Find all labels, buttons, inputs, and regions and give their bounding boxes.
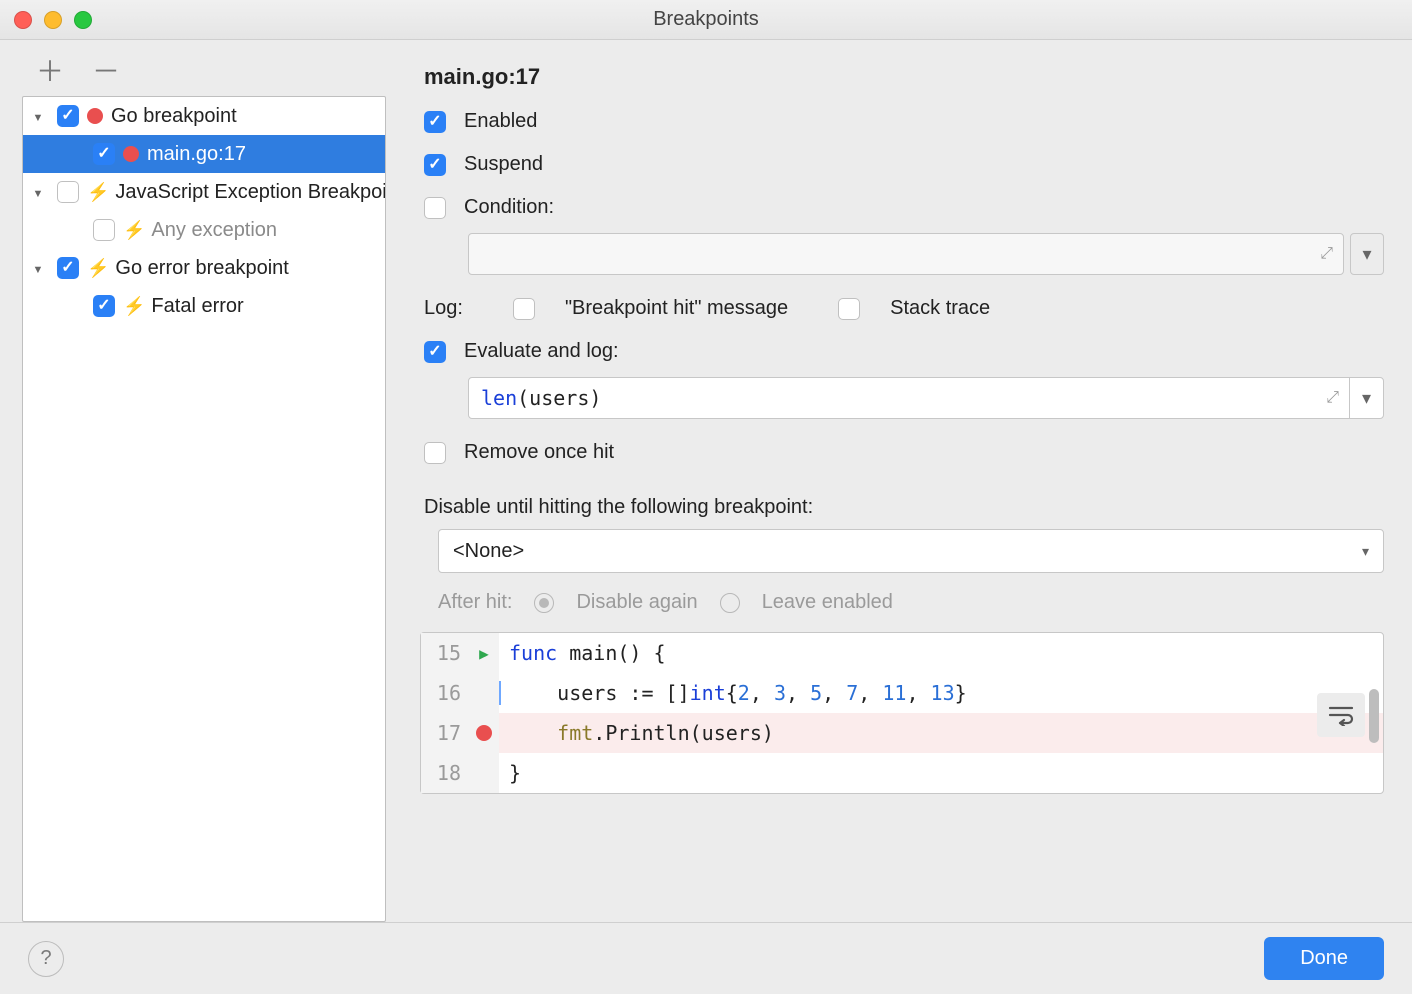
breakpoints-sidebar: ＋ － Go breakpoint main.go:17 ⚡: [0, 40, 408, 922]
chevron-down-icon: [1362, 543, 1369, 560]
enabled-label: Enabled: [464, 110, 537, 133]
checkbox-js-group[interactable]: [57, 181, 79, 203]
scrollbar-thumb[interactable]: [1369, 689, 1379, 743]
breakpoint-details: main.go:17 Enabled Suspend Condition: Lo…: [408, 40, 1412, 922]
soft-wrap-button[interactable]: [1317, 693, 1365, 737]
disable-until-value: <None>: [453, 540, 1362, 563]
exception-icon: ⚡: [87, 258, 109, 279]
remove-breakpoint-button[interactable]: －: [92, 58, 120, 86]
zoom-window-icon[interactable]: [74, 11, 92, 29]
evaluate-log-label: Evaluate and log:: [464, 340, 619, 363]
close-window-icon[interactable]: [14, 11, 32, 29]
line-number: 15: [421, 633, 469, 673]
add-breakpoint-button[interactable]: ＋: [36, 58, 64, 86]
tree-label: Fatal error: [151, 295, 243, 318]
done-button[interactable]: Done: [1264, 937, 1384, 980]
code-line-18[interactable]: 18 }: [421, 753, 1383, 793]
exception-icon: ⚡: [87, 182, 109, 203]
checkbox-condition[interactable]: [424, 197, 446, 219]
condition-history-button[interactable]: [1350, 233, 1384, 275]
tree-label: Go error breakpoint: [115, 257, 288, 280]
log-bp-hit-label: "Breakpoint hit" message: [565, 297, 788, 320]
suspend-label: Suspend: [464, 153, 543, 176]
checkbox-fatal-error[interactable]: [93, 295, 115, 317]
line-number: 17: [421, 713, 469, 753]
tree-group-go-error[interactable]: ⚡ Go error breakpoint: [23, 249, 385, 287]
radio-disable-again-label: Disable again: [576, 591, 697, 614]
run-gutter-icon[interactable]: ▶: [479, 644, 489, 663]
checkbox-goerr-group[interactable]: [57, 257, 79, 279]
sidebar-toolbar: ＋ －: [0, 58, 408, 96]
tree-label: main.go:17: [147, 143, 246, 166]
chevron-down-icon[interactable]: [29, 260, 47, 276]
line-number: 16: [421, 673, 469, 713]
condition-input[interactable]: [468, 233, 1344, 275]
checkbox-any-exception[interactable]: [93, 219, 115, 241]
breakpoint-gutter-icon[interactable]: [476, 725, 492, 741]
title-bar: Breakpoints: [0, 0, 1412, 40]
after-hit-row: After hit: Disable again Leave enabled: [438, 591, 1384, 614]
radio-disable-again[interactable]: [534, 593, 554, 613]
breakpoints-tree[interactable]: Go breakpoint main.go:17 ⚡ JavaScript Ex…: [22, 96, 386, 922]
tree-item-main-go-17[interactable]: main.go:17: [23, 135, 385, 173]
evaluate-input[interactable]: len(users): [468, 377, 1384, 419]
checkbox-go-group[interactable]: [57, 105, 79, 127]
evaluate-text[interactable]: len(users): [469, 386, 1316, 410]
code-line-17[interactable]: 17 fmt.Println(users): [421, 713, 1383, 753]
expand-icon[interactable]: [1316, 389, 1349, 407]
window-title: Breakpoints: [653, 8, 759, 31]
minimize-window-icon[interactable]: [44, 11, 62, 29]
chevron-down-icon[interactable]: [29, 108, 47, 124]
log-stack-label: Stack trace: [890, 297, 990, 320]
remove-once-hit-label: Remove once hit: [464, 441, 614, 464]
code-preview: 15 ▶ func main() { 16 users := []int{2, …: [420, 632, 1384, 794]
exception-icon: ⚡: [123, 296, 145, 317]
tree-label: Any exception: [151, 219, 277, 242]
checkbox-evaluate-log[interactable]: [424, 341, 446, 363]
checkbox-log-stack[interactable]: [838, 298, 860, 320]
checkbox-log-bp-hit[interactable]: [513, 298, 535, 320]
code-line-16[interactable]: 16 users := []int{2, 3, 5, 7, 11, 13}: [421, 673, 1383, 713]
radio-leave-enabled[interactable]: [720, 593, 740, 613]
exception-icon: ⚡: [123, 220, 145, 241]
details-title: main.go:17: [424, 64, 1384, 90]
help-button[interactable]: ?: [28, 941, 64, 977]
line-number: 18: [421, 753, 469, 793]
tree-group-go[interactable]: Go breakpoint: [23, 97, 385, 135]
disable-until-select[interactable]: <None>: [438, 529, 1384, 573]
code-line-15[interactable]: 15 ▶ func main() {: [421, 633, 1383, 673]
breakpoint-icon: [123, 146, 139, 162]
checkbox-suspend[interactable]: [424, 154, 446, 176]
evaluate-history-button[interactable]: [1349, 378, 1383, 418]
dialog-footer: ? Done: [0, 922, 1412, 994]
tree-group-js-exception[interactable]: ⚡ JavaScript Exception Breakpoints: [23, 173, 385, 211]
chevron-down-icon[interactable]: [29, 184, 47, 200]
breakpoint-icon: [87, 108, 103, 124]
checkbox-enabled[interactable]: [424, 111, 446, 133]
tree-label: Go breakpoint: [111, 105, 237, 128]
expand-icon[interactable]: [1310, 245, 1343, 263]
tree-item-any-exception[interactable]: ⚡ Any exception: [23, 211, 385, 249]
window-controls: [14, 11, 92, 29]
tree-label: JavaScript Exception Breakpoints: [115, 181, 385, 204]
checkbox-remove-once-hit[interactable]: [424, 442, 446, 464]
log-label: Log:: [424, 297, 463, 320]
radio-leave-enabled-label: Leave enabled: [762, 591, 893, 614]
checkbox-main-go-17[interactable]: [93, 143, 115, 165]
condition-label: Condition:: [464, 196, 554, 219]
tree-item-fatal-error[interactable]: ⚡ Fatal error: [23, 287, 385, 325]
after-hit-label: After hit:: [438, 591, 512, 614]
disable-until-label: Disable until hitting the following brea…: [424, 496, 1384, 519]
